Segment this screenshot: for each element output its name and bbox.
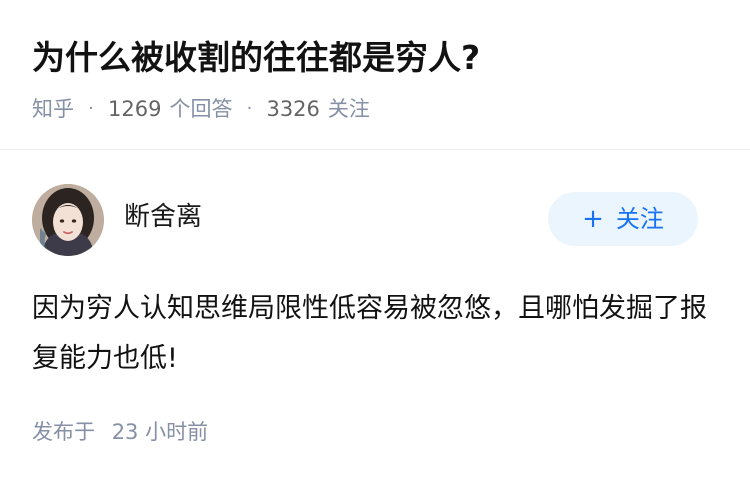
answer-card: 断舍离 + 关注 因为穷人认知思维局限性低容易被忽悠，且哪怕发掘了报复能力也低!… — [0, 150, 750, 482]
answer-time-label: 发布于 — [32, 420, 95, 444]
avatar-image — [32, 184, 104, 256]
answer-count: 1269 — [108, 97, 162, 121]
follower-count: 3326 — [266, 97, 320, 121]
question-title[interactable]: 为什么被收割的往往都是穷人? — [32, 34, 480, 82]
answer-time-value: 23 小时前 — [111, 420, 209, 444]
source-label[interactable]: 知乎 — [32, 92, 74, 126]
meta-separator: · — [88, 98, 94, 119]
author-name[interactable]: 断舍离 — [124, 199, 202, 235]
answer-count-label: 个回答 — [169, 97, 233, 121]
plus-icon: + — [582, 204, 604, 234]
answer-time: 发布于 23 小时前 — [32, 416, 208, 448]
question-header: 为什么被收割的往往都是穷人? 知乎 · 1269 个回答 · 3326 关注 — [0, 0, 750, 150]
avatar[interactable] — [32, 184, 104, 256]
follow-button[interactable]: + 关注 — [548, 192, 698, 246]
meta-separator: · — [246, 98, 253, 119]
question-meta: 知乎 · 1269 个回答 · 3326 关注 — [32, 92, 370, 126]
follower-count-label: 关注 — [327, 97, 370, 121]
follow-button-label: 关注 — [615, 205, 664, 233]
answer-content[interactable]: 因为穷人认知思维局限性低容易被忽悠，且哪怕发掘了报复能力也低! — [32, 284, 718, 384]
